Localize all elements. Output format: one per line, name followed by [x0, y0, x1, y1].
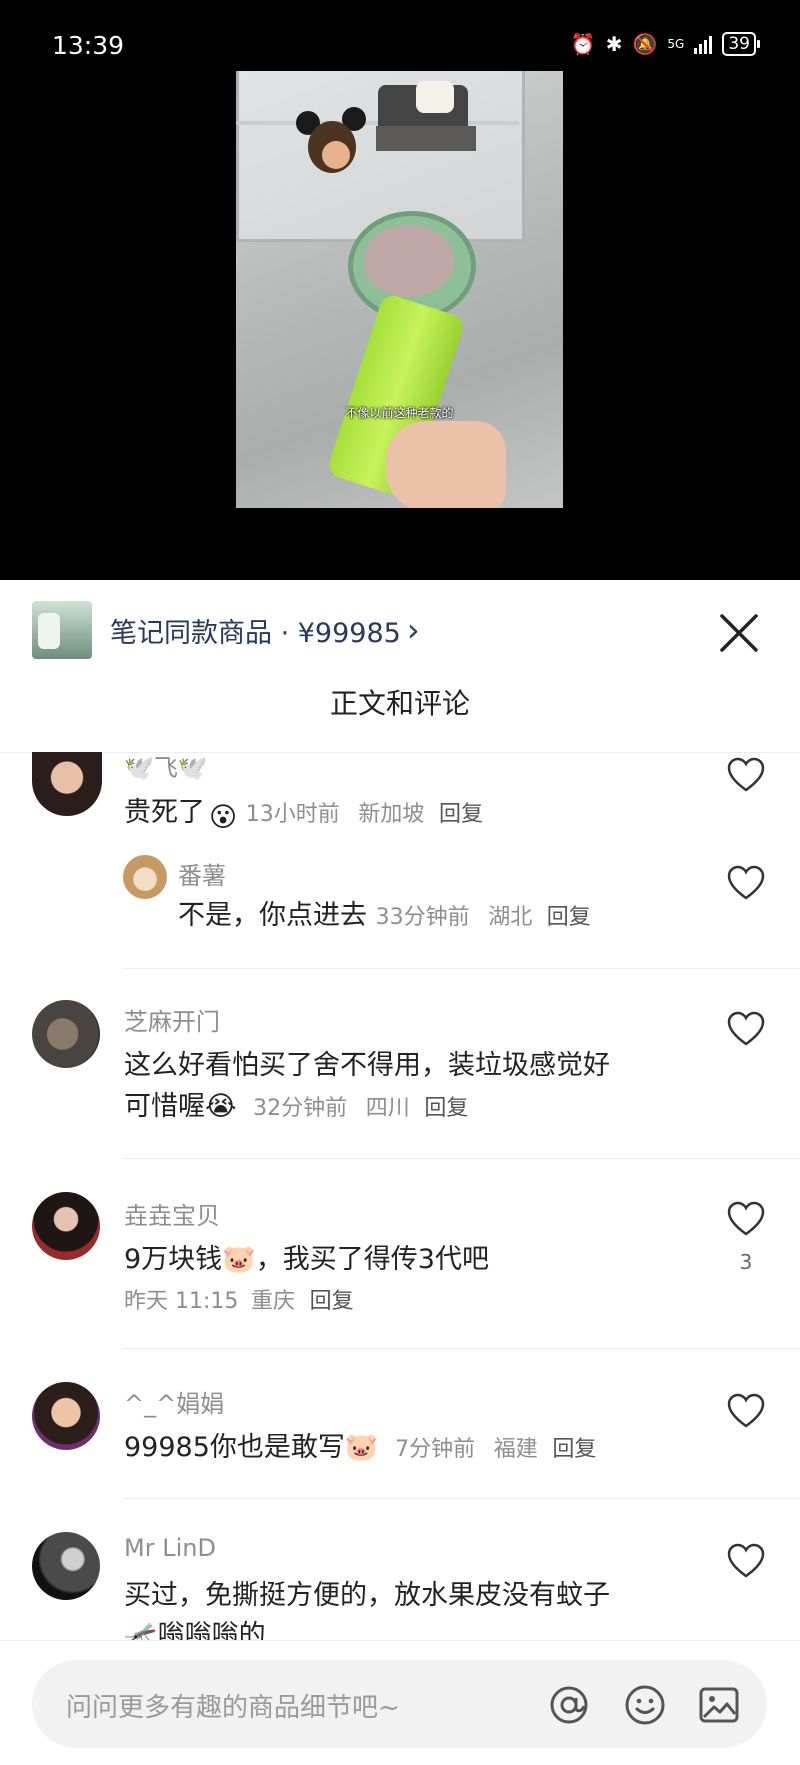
heart-icon[interactable] [726, 756, 766, 794]
goods-banner[interactable]: 笔记同款商品 · ¥99985 › [32, 601, 420, 659]
reply-button[interactable]: 回复 [310, 1289, 354, 1314]
status-time: 13:39 [52, 31, 125, 60]
comment-text: 可惜喔😭 32分钟前 四川 回复 [124, 1091, 469, 1122]
alarm-icon: ⏰ [570, 32, 596, 56]
signal-icon [694, 34, 713, 54]
emoji-icon[interactable] [624, 1684, 666, 1726]
comment-author[interactable]: 垚垚宝贝 [124, 1196, 220, 1231]
heart-icon[interactable] [726, 1200, 766, 1238]
video-subtitle: 不像以前这种老款的 [345, 406, 454, 420]
avatar[interactable] [32, 1382, 100, 1450]
comment-author[interactable]: ^_^娟娟 [124, 1384, 224, 1419]
divider [123, 1158, 800, 1159]
battery-icon: 39 [722, 32, 760, 56]
comment-time: 32分钟前 [253, 1096, 348, 1121]
video-area[interactable]: 13:39 ⏰ ✱ 🔕 5G 39 不像以前这种老款的 [0, 0, 800, 580]
comment-time: 33分钟前 [375, 905, 470, 930]
comment-text: 买过，免撕挺方便的，放水果皮没有蚊子 [124, 1580, 610, 1611]
comment-input-placeholder[interactable]: 问问更多有趣的商品细节吧~ [66, 1687, 400, 1724]
comment-time: 7分钟前 [395, 1437, 476, 1462]
comment-location: 新加坡 [358, 802, 425, 827]
bluetooth-icon: ✱ [605, 32, 623, 56]
video-frame[interactable]: 不像以前这种老款的 [236, 71, 563, 508]
status-icons: ⏰ ✱ 🔕 5G 39 [570, 32, 760, 56]
emoji-surprised: 😮 [209, 802, 238, 833]
goods-thumbnail[interactable] [32, 601, 92, 659]
heart-icon[interactable] [726, 1542, 766, 1580]
divider [0, 752, 800, 753]
avatar[interactable] [123, 855, 167, 899]
emoji-pig: 🐷 [344, 1432, 379, 1463]
comment-text: 🦟嗡嗡嗡的 [124, 1620, 266, 1642]
avatar[interactable] [32, 1532, 100, 1600]
comment-meta: 昨天 11:15 重庆 回复 [124, 1280, 354, 1322]
divider [123, 1498, 800, 1499]
chevron-right-icon[interactable]: › [407, 611, 420, 649]
comment-text: 贵死了 😮 13小时前 新加坡 回复 [124, 793, 483, 838]
comment-text: 9万块钱🐷，我买了得传3代吧 [124, 1244, 489, 1275]
comment-location: 福建 [493, 1437, 538, 1462]
sheet-title: 正文和评论 [329, 687, 470, 720]
emoji-crying: 😭 [205, 1091, 237, 1122]
network-label: 5G [667, 37, 685, 51]
comment-location: 湖北 [488, 905, 533, 930]
like-count: 3 [739, 1250, 753, 1274]
comment-time: 13小时前 [245, 802, 340, 827]
close-icon[interactable] [716, 610, 762, 656]
goods-label[interactable]: 笔记同款商品 · ¥99985 [110, 611, 401, 650]
comment-author[interactable]: Mr LinD [124, 1534, 216, 1562]
comment-author[interactable]: 芝麻开门 [124, 1002, 220, 1037]
mute-icon: 🔕 [632, 32, 658, 56]
comment-author[interactable]: 番薯 [178, 856, 226, 891]
heart-icon[interactable] [726, 864, 766, 902]
comment-time: 昨天 11:15 [124, 1289, 239, 1314]
divider [123, 1348, 800, 1349]
emoji-pig: 🐷 [222, 1244, 256, 1275]
reply-button[interactable]: 回复 [552, 1437, 596, 1462]
comment-text: 不是，你点进去 33分钟前 湖北 回复 [178, 900, 591, 931]
at-icon[interactable] [548, 1684, 590, 1726]
comment-author[interactable]: 🕊️飞🕊️ [124, 748, 208, 783]
heart-icon[interactable] [726, 1010, 766, 1048]
comment-text: 这么好看怕买了舍不得用，装垃圾感觉好 [124, 1050, 610, 1081]
reply-button[interactable]: 回复 [424, 1096, 468, 1121]
divider [123, 968, 800, 969]
comment-text: 99985你也是敢写🐷 7分钟前 福建 回复 [124, 1432, 597, 1463]
reply-button[interactable]: 回复 [547, 905, 591, 930]
comment-location: 四川 [365, 1096, 410, 1121]
image-icon[interactable] [698, 1684, 740, 1726]
avatar[interactable] [32, 1192, 100, 1260]
comment-location: 重庆 [251, 1289, 296, 1314]
avatar[interactable] [32, 1000, 100, 1068]
heart-icon[interactable] [726, 1392, 766, 1430]
reply-button[interactable]: 回复 [439, 802, 483, 827]
